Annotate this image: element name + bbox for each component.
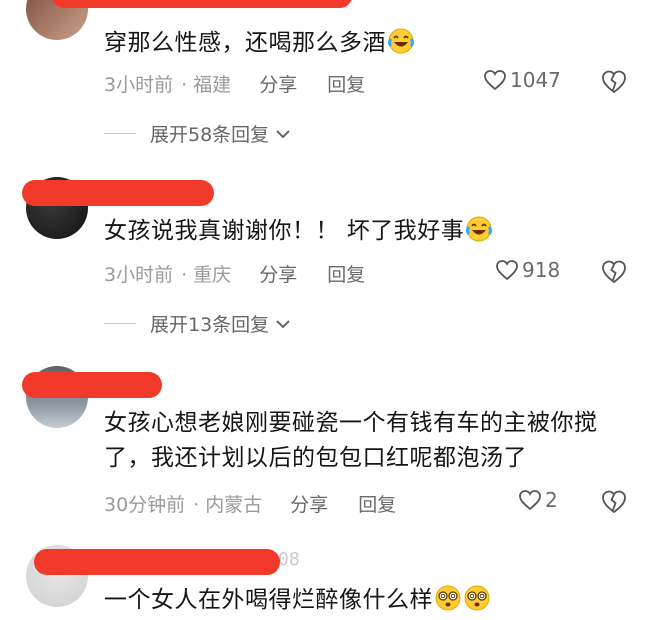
share-button[interactable]: 分享 <box>290 490 328 517</box>
heart-icon <box>519 490 541 511</box>
comment-location: · 内蒙古 <box>193 494 263 516</box>
comment-meta: 30分钟前 · 内蒙古 分享 回复 <box>104 490 396 517</box>
expand-replies-label: 展开13条回复 <box>150 314 270 336</box>
expand-replies-button[interactable]: 展开13条回复 <box>104 310 293 337</box>
redacted-username <box>22 372 162 398</box>
chevron-down-icon <box>276 129 290 138</box>
dizzy-face-emoji-icon <box>435 585 461 611</box>
comment-item: 穿那么性感，还喝那么多酒 3小时前 · 福建 分享 回复 1047 展开58条回… <box>0 0 660 160</box>
comment-text-content: 一个女人在外喝得烂醉像什么样 <box>104 587 433 613</box>
comment-text: 穿那么性感，还喝那么多酒 <box>104 26 415 61</box>
laughing-crying-emoji-icon <box>466 216 493 242</box>
comment-text: 女孩说我真谢谢你！！ 坏了我好事 <box>104 214 493 249</box>
dislike-icon[interactable] <box>600 488 628 516</box>
divider-line <box>104 133 136 134</box>
expand-replies-label: 展开58条回复 <box>150 124 270 146</box>
like-count: 918 <box>522 258 561 282</box>
comment-meta: 3小时前 · 重庆 分享 回复 <box>104 260 365 287</box>
redacted-username <box>22 180 214 206</box>
redacted-username <box>52 0 352 8</box>
comment-text: 一个女人在外喝得烂醉像什么样 <box>104 583 491 618</box>
reply-button[interactable]: 回复 <box>327 260 365 287</box>
chevron-down-icon <box>276 319 290 328</box>
share-button[interactable]: 分享 <box>259 260 297 287</box>
comment-text-line: 女孩心想老娘刚要碰瓷一个有钱有车的主被你搅 <box>104 410 598 436</box>
like-count: 1047 <box>510 68 561 92</box>
comment-item: 女孩说我真谢谢你！！ 坏了我好事 3小时前 · 重庆 分享 回复 918 展开1… <box>0 170 660 340</box>
like-button[interactable]: 2 <box>518 488 558 512</box>
comment-item: 女孩心想老娘刚要碰瓷一个有钱有车的主被你搅 了，我还计划以后的包包口红呢都泡汤了… <box>0 362 660 532</box>
comment-location: · 福建 <box>181 74 232 96</box>
dislike-icon[interactable] <box>600 258 628 286</box>
comment-time: 30分钟前 <box>104 494 186 516</box>
expand-replies-button[interactable]: 展开58条回复 <box>104 120 293 147</box>
comment-list: 穿那么性感，还喝那么多酒 3小时前 · 福建 分享 回复 1047 展开58条回… <box>0 0 660 620</box>
like-button[interactable]: 918 <box>495 258 560 282</box>
username-suffix: 08 <box>278 549 300 570</box>
divider-line <box>104 323 136 324</box>
heart-icon <box>484 70 506 91</box>
laughing-crying-emoji-icon <box>388 28 414 54</box>
reply-button[interactable]: 回复 <box>327 70 365 97</box>
comment-meta: 3小时前 · 福建 分享 回复 <box>104 70 365 97</box>
dizzy-face-emoji-icon <box>464 585 490 611</box>
comment-item: 08 一个女人在外喝得烂醉像什么样 <box>0 545 660 620</box>
redacted-username <box>34 549 280 575</box>
comment-time: 3小时前 <box>104 74 174 96</box>
comment-text-content: 女孩说我真谢谢你！！ 坏了我好事 <box>104 218 465 244</box>
comment-time: 3小时前 <box>104 264 174 286</box>
heart-icon <box>496 260 518 281</box>
comment-text-content: 穿那么性感，还喝那么多酒 <box>104 30 386 56</box>
comment-text-line: 了，我还计划以后的包包口红呢都泡汤了 <box>104 445 527 471</box>
reply-button[interactable]: 回复 <box>358 490 396 517</box>
comment-location: · 重庆 <box>181 264 232 286</box>
like-count: 2 <box>545 488 558 512</box>
comment-text: 女孩心想老娘刚要碰瓷一个有钱有车的主被你搅 了，我还计划以后的包包口红呢都泡汤了 <box>104 406 598 476</box>
dislike-icon[interactable] <box>600 68 628 96</box>
share-button[interactable]: 分享 <box>259 70 297 97</box>
like-button[interactable]: 1047 <box>483 68 561 92</box>
